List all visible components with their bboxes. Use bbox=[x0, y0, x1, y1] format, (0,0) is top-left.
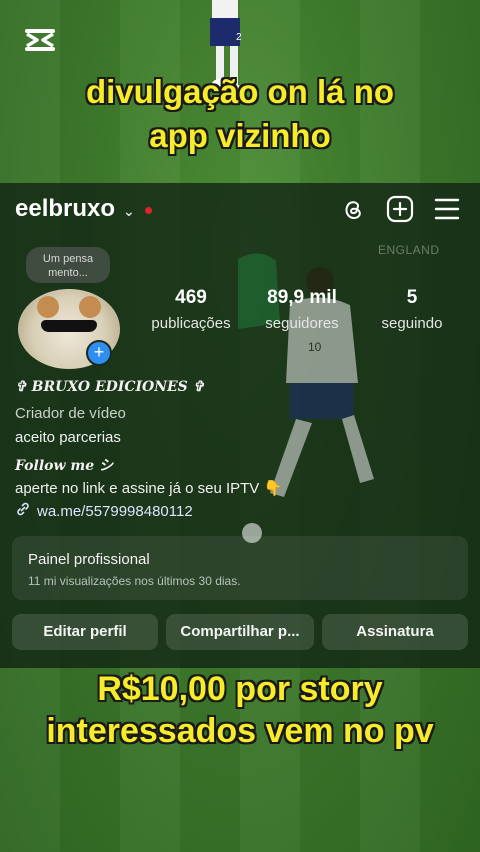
profile-link-text: wa.me/5579998480112 bbox=[37, 502, 193, 520]
svg-text:10: 10 bbox=[308, 340, 322, 354]
display-name: ✞ BRUXO EDICIONES ✞ bbox=[15, 379, 205, 395]
username-header[interactable]: eelbruxo ⌄ bbox=[15, 195, 152, 223]
professional-dashboard-card[interactable]: Painel profissional 11 mi visualizações … bbox=[12, 536, 468, 600]
capcut-logo-icon bbox=[24, 28, 58, 54]
subscription-button[interactable]: Assinatura bbox=[322, 614, 468, 650]
stat-followers-label: seguidores bbox=[265, 315, 339, 332]
stat-following-label: seguindo bbox=[381, 315, 443, 332]
add-story-icon[interactable]: + bbox=[86, 340, 112, 366]
stat-posts-value: 469 bbox=[175, 287, 207, 308]
svg-text:2: 2 bbox=[236, 32, 242, 43]
add-post-icon[interactable] bbox=[386, 195, 414, 223]
notification-dot bbox=[144, 206, 152, 214]
caption-bottom-line-2: interessados vem no pv bbox=[46, 712, 434, 750]
professional-dashboard-title: Painel profissional bbox=[28, 551, 150, 568]
note-line-1: Um pensa bbox=[42, 253, 94, 265]
stat-following-value: 5 bbox=[406, 287, 418, 308]
instagram-profile-screenshot: 10 eelbruxo ⌄ ENGLAND Um pensa mento... … bbox=[0, 183, 480, 668]
stat-followers-value: 89,9 mil bbox=[267, 287, 337, 308]
menu-icon[interactable] bbox=[434, 197, 460, 221]
stat-posts-label: publicações bbox=[151, 315, 231, 332]
stat-posts[interactable]: 469 publicações bbox=[143, 287, 239, 332]
caption-bottom: R$10,00 por story interessados vem no pv bbox=[0, 668, 480, 752]
bio-line-1: aceito parcerias bbox=[15, 429, 121, 446]
avatar-ear-left bbox=[37, 296, 59, 318]
caption-top: divulgação on lá no app vizinho bbox=[0, 70, 480, 158]
avatar-ear-right bbox=[79, 296, 101, 318]
profile-note-bubble[interactable]: Um pensa mento... bbox=[26, 247, 110, 283]
threads-icon[interactable] bbox=[340, 196, 366, 222]
top-action-icons bbox=[340, 195, 460, 223]
stat-followers[interactable]: 89,9 mil seguidores bbox=[258, 287, 346, 332]
watermark-text: ENGLAND bbox=[378, 243, 440, 257]
bio-follow-line: Follow me シ bbox=[15, 458, 114, 474]
avatar-sunglasses bbox=[41, 320, 97, 332]
caption-top-line-1: divulgação on lá no bbox=[85, 73, 395, 110]
link-icon bbox=[15, 501, 31, 521]
share-profile-button[interactable]: Compartilhar p... bbox=[166, 614, 314, 650]
caption-top-line-2: app vizinho bbox=[149, 117, 331, 154]
bio-line-2: aperte no link e assine já o seu IPTV 👇 bbox=[15, 480, 283, 497]
professional-dashboard-subtitle: 11 mi visualizações nos últimos 30 dias. bbox=[28, 574, 241, 588]
profile-category: Criador de vídeo bbox=[15, 405, 126, 422]
note-line-2: mento... bbox=[48, 267, 88, 279]
caption-bottom-line-1: R$10,00 por story bbox=[97, 670, 383, 708]
stat-following[interactable]: 5 seguindo bbox=[372, 287, 452, 332]
profile-link[interactable]: wa.me/5579998480112 bbox=[15, 501, 193, 521]
chevron-down-icon: ⌄ bbox=[123, 202, 135, 219]
edit-profile-button[interactable]: Editar perfil bbox=[12, 614, 158, 650]
username: eelbruxo bbox=[15, 195, 116, 222]
